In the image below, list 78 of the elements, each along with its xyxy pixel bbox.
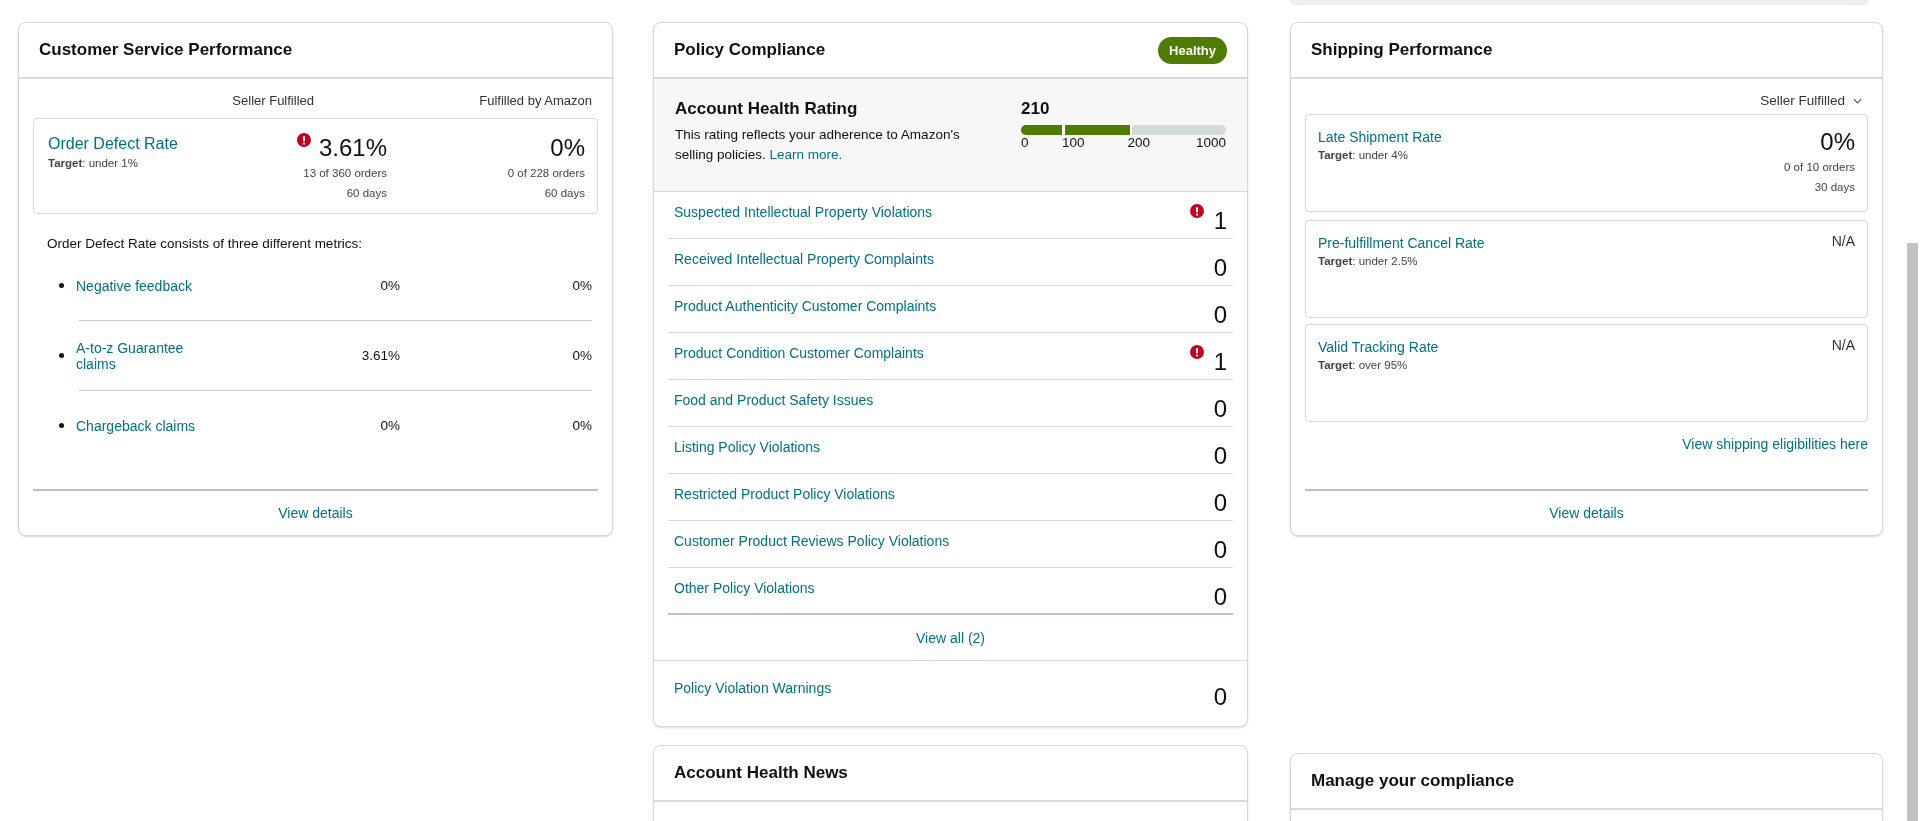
metric-link[interactable]: Order Defect Rate — [48, 135, 178, 153]
metric-value: 0% — [1820, 127, 1855, 157]
metric-link[interactable]: Pre-fulfillment Cancel Rate — [1318, 235, 1485, 251]
metric-value: 0% — [571, 418, 592, 433]
metric-value: 0% — [379, 278, 400, 293]
metric-link[interactable]: Negative feedback — [76, 277, 220, 294]
shipping-eligibility-link[interactable]: View shipping eligibilities here — [1682, 436, 1868, 452]
card-title: Manage your compliance — [1311, 771, 1515, 791]
scrollbar-thumb[interactable] — [1907, 243, 1918, 821]
period-text: 60 days — [544, 186, 585, 201]
card-title: Account Health News — [674, 763, 848, 783]
policy-link[interactable]: Suspected Intellectual Property Violations — [674, 204, 933, 220]
violation-count: 0 — [1213, 684, 1227, 710]
violation-count: 0 — [1213, 443, 1227, 469]
metric-value: N/A — [1831, 337, 1855, 353]
orders-count: 0 of 228 orders — [507, 166, 585, 181]
description-text: Order Defect Rate consists of three different metrics: — [47, 236, 363, 251]
view-details-link[interactable]: View details — [278, 505, 353, 521]
rating-title: Account Health Rating — [675, 99, 859, 119]
metric-link[interactable]: Valid Tracking Rate — [1318, 339, 1439, 355]
violation-count: 1 — [1213, 349, 1227, 375]
violation-count: 0 — [1213, 255, 1227, 281]
rating-score: 210 — [1021, 99, 1051, 119]
metric-link[interactable]: A-to-z Guarantee claims — [76, 339, 220, 372]
metric-value: 0% — [550, 133, 585, 163]
target-text: Target: under 4% — [1318, 149, 1408, 161]
card-title: Shipping Performance — [1311, 40, 1493, 60]
filter-dropdown[interactable]: Seller Fulfilled — [1760, 93, 1868, 108]
metric-value: 3.61% — [360, 348, 400, 363]
metric-value: 0% — [571, 278, 592, 293]
column-header: Fulfilled by Amazon — [478, 93, 592, 108]
scale-label: 0 — [1021, 135, 1029, 150]
orders-count: 0 of 10 orders — [1784, 160, 1855, 175]
violation-count: 0 — [1213, 490, 1227, 516]
card-title: Policy Compliance — [674, 40, 826, 60]
learn-more-link[interactable]: Learn more. — [769, 147, 843, 162]
chevron-down-icon — [1853, 97, 1862, 104]
metric-link[interactable]: Chargeback claims — [76, 417, 220, 434]
metric-value: N/A — [1831, 233, 1855, 249]
period-text: 30 days — [1814, 180, 1855, 195]
metric-value: 3.61% — [318, 133, 387, 163]
period-text: 60 days — [346, 186, 387, 201]
status-badge: Healthy — [1158, 36, 1227, 64]
alert-icon — [1189, 345, 1204, 359]
violation-count: 0 — [1213, 396, 1227, 422]
policy-link[interactable]: Restricted Product Policy Violations — [674, 486, 895, 502]
bullet-icon — [59, 423, 64, 428]
bullet-icon — [59, 353, 64, 358]
metric-value: 0% — [379, 418, 400, 433]
scale-label: 100 — [1062, 135, 1085, 150]
policy-link[interactable]: Food and Product Safety Issues — [674, 392, 874, 408]
policy-link[interactable]: Listing Policy Violations — [674, 439, 821, 455]
view-all-link[interactable]: View all (2) — [916, 629, 985, 646]
column-header: Seller Fulfilled — [232, 93, 314, 108]
target-text: Target: under 2.5% — [1318, 255, 1418, 267]
violation-count: 0 — [1213, 584, 1227, 610]
policy-link[interactable]: Other Policy Violations — [674, 580, 815, 596]
policy-link[interactable]: Received Intellectual Property Complaints — [674, 251, 934, 267]
target-text: Target: over 95% — [1318, 359, 1408, 371]
violation-count: 0 — [1213, 537, 1227, 563]
scale-label: 200 — [1127, 135, 1151, 150]
card-title: Customer Service Performance — [39, 40, 293, 60]
alert-icon — [296, 133, 311, 147]
policy-link[interactable]: Product Condition Customer Complaints — [674, 345, 924, 361]
target-text: Target: under 1% — [48, 157, 138, 169]
orders-count: 13 of 360 orders — [303, 166, 387, 181]
violation-count: 0 — [1213, 302, 1227, 328]
description-text: This rating reflects your adherence to Amazon's selling policies. Learn more. — [675, 126, 961, 164]
policy-link[interactable]: Product Authenticity Customer Complaints — [674, 298, 937, 314]
view-details-link[interactable]: View details — [1549, 505, 1624, 521]
metric-value: 0% — [571, 348, 592, 363]
alert-icon — [1189, 204, 1204, 218]
scale-label: 1000 — [1195, 135, 1226, 150]
bullet-icon — [59, 283, 64, 288]
metric-link[interactable]: Late Shipment Rate — [1318, 129, 1442, 145]
policy-link[interactable]: Policy Violation Warnings — [674, 680, 832, 696]
violation-count: 1 — [1213, 208, 1227, 234]
policy-link[interactable]: Customer Product Reviews Policy Violations — [674, 533, 950, 549]
